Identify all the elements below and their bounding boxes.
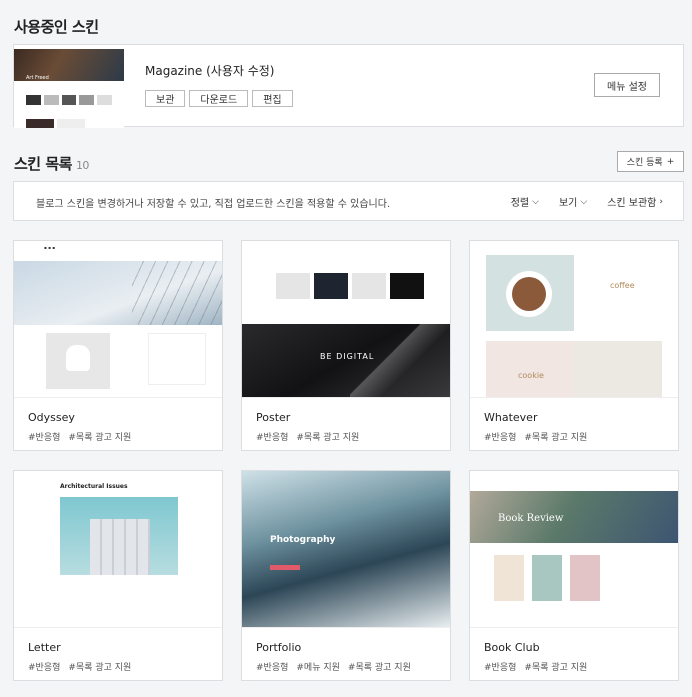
storage-label: 스킨 보관함: [607, 198, 657, 209]
skin-card-poster[interactable]: BE DIGITAL Poster #반응형 #목록 광고 지원: [241, 240, 451, 451]
skin-card-portfolio[interactable]: Photography Portfolio #반응형 #메뉴 지원 #목록 광고…: [241, 470, 451, 681]
skin-tag: #목록 광고 지원: [347, 663, 411, 673]
skin-notice-bar: 블로그 스킨을 변경하거나 저장할 수 있고, 직접 업로드한 스킨을 적용할 …: [13, 181, 684, 221]
skin-thumbnail[interactable]: coffee cookie: [470, 241, 678, 398]
skin-name: Odyssey: [28, 411, 75, 424]
skin-tag: #반응형: [256, 663, 289, 673]
skin-name: Letter: [28, 641, 61, 654]
skin-tag: #메뉴 지원: [296, 663, 340, 673]
skin-storage-link[interactable]: 스킨 보관함 ›: [607, 194, 663, 210]
current-skin-thumbnail[interactable]: Art Freed: [14, 49, 124, 128]
whatever-coffee-text: coffee: [610, 281, 635, 290]
register-skin-button[interactable]: 스킨 등록 +: [617, 151, 684, 172]
skin-card-bookclub[interactable]: Book Review Book Club #반응형 #목록 광고 지원: [469, 470, 679, 681]
skin-thumbnail[interactable]: Photography: [242, 471, 450, 628]
sort-label: 정렬: [510, 198, 530, 209]
skin-tag: #목록 광고 지원: [296, 433, 360, 443]
edit-button[interactable]: 편집: [252, 90, 293, 107]
skin-tag: #반응형: [484, 663, 517, 673]
chevron-down-icon: ⌵: [580, 196, 588, 207]
skin-list-heading: 스킨 목록 10: [14, 153, 89, 174]
skin-tag: #목록 광고 지원: [524, 663, 588, 673]
register-skin-label: 스킨 등록: [626, 158, 663, 168]
current-skin-panel: Art Freed Magazine (사용자 수정) 보관 다운로드 편집 메…: [13, 44, 684, 128]
skin-tag: #반응형: [484, 433, 517, 443]
skin-name: Portfolio: [256, 641, 302, 654]
plus-icon: +: [666, 156, 675, 167]
skin-list-title: 스킨 목록: [14, 155, 72, 173]
skin-card-odyssey[interactable]: ▪ ▪ ▪ Odyssey #반응형 #목록 광고 지원: [13, 240, 223, 451]
poster-thumb-text: BE DIGITAL: [320, 352, 375, 361]
skin-name: Book Club: [484, 641, 540, 654]
skin-thumbnail[interactable]: Architectural Issues: [14, 471, 222, 628]
skin-tag: #반응형: [28, 433, 61, 443]
skin-name: Whatever: [484, 411, 538, 424]
skin-thumbnail[interactable]: ▪ ▪ ▪: [14, 241, 222, 398]
bookclub-thumb-text: Book Review: [498, 513, 564, 524]
whatever-cookie-text: cookie: [518, 371, 544, 380]
letter-thumb-text: Architectural Issues: [60, 483, 128, 490]
skin-thumbnail[interactable]: BE DIGITAL: [242, 241, 450, 398]
chevron-right-icon: ›: [659, 196, 663, 207]
skin-count: 10: [75, 159, 90, 172]
current-skin-name: Magazine (사용자 수정): [145, 64, 275, 78]
notice-text: 블로그 스킨을 변경하거나 저장할 수 있고, 직접 업로드한 스킨을 적용할 …: [36, 199, 391, 210]
chevron-down-icon: ⌵: [532, 196, 539, 207]
view-dropdown[interactable]: 보기 ⌵: [558, 194, 588, 210]
current-skin-heading: 사용중인 스킨: [14, 18, 99, 36]
skin-thumbnail[interactable]: Book Review: [470, 471, 678, 628]
view-label: 보기: [558, 198, 578, 209]
sort-dropdown[interactable]: 정렬 ⌵: [510, 194, 539, 210]
skin-tag: #반응형: [28, 663, 61, 673]
skin-card-whatever[interactable]: coffee cookie Whatever #반응형 #목록 광고 지원: [469, 240, 679, 451]
skin-tag: #목록 광고 지원: [68, 663, 132, 673]
skin-tag: #반응형: [256, 433, 289, 443]
skin-name: Poster: [256, 411, 291, 424]
menu-settings-button[interactable]: 메뉴 설정: [594, 73, 660, 97]
magazine-thumb-text: Art Freed: [26, 75, 49, 81]
skin-card-letter[interactable]: Architectural Issues Letter #반응형 #목록 광고 …: [13, 470, 223, 681]
archive-button[interactable]: 보관: [145, 90, 186, 107]
skin-tag: #목록 광고 지원: [68, 433, 132, 443]
download-button[interactable]: 다운로드: [189, 90, 249, 107]
skin-tag: #목록 광고 지원: [524, 433, 588, 443]
portfolio-thumb-text: Photography: [270, 535, 336, 545]
